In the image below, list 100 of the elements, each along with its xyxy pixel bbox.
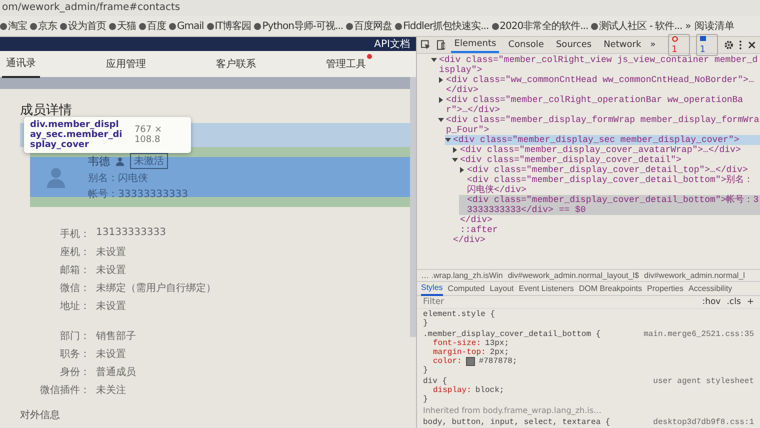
devtools-tab[interactable]: Elements (451, 37, 500, 53)
css-value: 13px; (485, 339, 510, 348)
css-property: color: (433, 357, 462, 366)
field-label: 微信插件： (39, 384, 90, 397)
field-label: 部门： (59, 330, 90, 343)
page-title: 成员详情 (20, 102, 73, 119)
rule-source-link[interactable]: main.merge6_2521.css:35 (644, 330, 754, 339)
rule-source-link[interactable]: desktop3d7db9f8.css:1 (653, 418, 754, 427)
field-label: 身份： (59, 366, 90, 379)
reading-list-button[interactable]: 阅读清单 (694, 19, 734, 33)
field-label: 地址： (59, 300, 90, 313)
tooltip-size: 767 × 108.8 (134, 125, 164, 145)
bookmark-item[interactable]: Fiddler抓包快速实... (395, 19, 489, 33)
more-options-icon[interactable] (739, 40, 742, 50)
close-icon[interactable] (748, 41, 756, 49)
dom-node-line[interactable]: <div class="member_display_cover_detail_bottom">别名：闪电侠</div> (459, 175, 760, 195)
new-rule-button[interactable]: + (746, 297, 754, 307)
collapsed-triangle-icon[interactable] (438, 77, 444, 83)
bookmark-item[interactable]: 百度 (139, 19, 166, 33)
device-toolbar-icon[interactable] (436, 40, 446, 50)
styles-pane-tab[interactable]: Computed (448, 282, 485, 295)
nav-tab[interactable]: 管理工具 (322, 51, 370, 77)
bookmark-item[interactable]: 2020非常全的软件... (492, 19, 588, 33)
nav-tab[interactable]: 客户联系 (212, 51, 260, 77)
settings-icon[interactable] (724, 40, 734, 50)
expanded-triangle-icon[interactable] (431, 57, 437, 63)
styles-pane-tab[interactable]: Event Listeners (518, 282, 574, 295)
hover-state-toggle[interactable]: :hov (702, 297, 721, 307)
field-label: 职务： (59, 348, 90, 361)
field-value: 未设置 (96, 264, 126, 277)
bookmark-item[interactable]: Gmail (169, 20, 204, 32)
css-property: font-size: (433, 339, 482, 348)
bookmark-item[interactable]: 京东 (30, 19, 57, 33)
more-tabs-button[interactable]: » (650, 40, 656, 50)
message-count-badge[interactable]: 1 (696, 34, 718, 56)
dom-node-line[interactable]: <div class="member_display_cover_detail"> (452, 155, 760, 165)
dom-node-line[interactable]: <div class="member_display_cover_detail_top">…</div> (459, 165, 760, 175)
breadcrumb-item[interactable]: div#wework_admin.normal_layout_l$ (508, 271, 639, 280)
field-label: 微信： (59, 282, 90, 295)
css-property: margin-top: (433, 348, 486, 357)
styles-pane-tab[interactable]: Styles (421, 281, 443, 296)
devtools-tab[interactable]: Sources (552, 38, 595, 52)
field-value: 未设置 (96, 300, 126, 313)
bookmark-item[interactable]: 测试人社区 - 软件... (591, 19, 682, 33)
dom-closing-tag: </div> (452, 215, 760, 225)
rule-selector: .member_display_cover_detail_bottom { (423, 330, 601, 339)
bookmark-item[interactable]: 淘宝 (0, 19, 27, 33)
styles-pane-tab[interactable]: DOM Breakpoints (578, 282, 642, 295)
dom-node-line[interactable]: <div class="ww_commonCntHead ww_commonCntHead_NoBorder">…</div> (438, 75, 760, 95)
breadcrumb-item[interactable]: … .wrap.lang_zh.isWin (421, 271, 503, 280)
collapsed-triangle-icon[interactable] (459, 167, 465, 173)
error-count-badge[interactable]: 1 (668, 34, 690, 56)
dom-node-line[interactable]: <div class="member_colRight_view js_view_container member_display"> (431, 55, 760, 75)
inspect-element-icon[interactable] (421, 40, 431, 50)
css-property: display: (433, 386, 472, 395)
section-title: 对外信息 (20, 408, 61, 422)
bookmark-item[interactable]: IT博客园 (206, 19, 252, 33)
bookmark-item[interactable]: 天猫 (109, 19, 136, 33)
rule-selector: body, button, input, select, textarea { (423, 418, 610, 427)
collapsed-triangle-icon[interactable] (452, 147, 458, 153)
styles-pane-tab[interactable]: Accessibility (688, 282, 732, 295)
styles-pane-tab[interactable]: Layout (490, 282, 514, 295)
class-toggle[interactable]: .cls (726, 297, 741, 307)
devtools-tab[interactable]: Network (600, 38, 644, 52)
dom-node-line[interactable]: <div class="member_display_formWrap member_display_formWrap_Four"> (438, 115, 760, 135)
expanded-triangle-icon[interactable] (438, 117, 444, 123)
field-value: 未绑定（需用户自行绑定） (96, 282, 216, 295)
css-value: 2px; (490, 348, 510, 357)
devtools-tab[interactable]: Console (505, 38, 547, 52)
dom-node-line[interactable]: <div class="member_display_cover_avatarWrap">…</div> (452, 145, 760, 155)
rule-source-link[interactable]: user agent stylesheet (653, 377, 754, 386)
scrollbar[interactable] (410, 77, 416, 337)
field-label: 座机： (59, 246, 90, 259)
dom-node-line[interactable]: ::after (452, 225, 760, 235)
styles-pane-tab[interactable]: Properties (647, 282, 684, 295)
expanded-triangle-icon[interactable] (452, 157, 458, 163)
member-name: 韦德 (88, 154, 110, 168)
expanded-triangle-icon[interactable] (445, 137, 451, 143)
nav-tab[interactable]: 应用管理 (102, 51, 150, 77)
api-docs-link[interactable]: API文档 (374, 37, 410, 51)
inherited-label: Inherited from body.frame_wrap.lang_zh.is… (423, 406, 603, 415)
field-value: 销售部子 (96, 330, 136, 343)
rule-closing-brace: } (423, 366, 428, 375)
filter-field[interactable]: Filter (423, 297, 696, 307)
status-tag: 未激活 (130, 153, 168, 169)
field-value: 未设置 (96, 246, 126, 259)
color-swatch[interactable] (466, 357, 475, 366)
avatar-silhouette-icon (44, 165, 68, 189)
field-label: 手机： (59, 228, 90, 241)
breadcrumb-item[interactable]: div#wework_admin.normal_l (644, 271, 745, 280)
collapsed-triangle-icon[interactable] (438, 97, 444, 103)
address-bar-url[interactable]: om/wework_admin/frame#contacts (0, 0, 760, 16)
field-value: 未设置 (96, 348, 126, 361)
bookmark-item[interactable]: 百度网盘 (346, 19, 392, 33)
rule-closing-brace: } (423, 395, 428, 404)
dom-node-line[interactable]: <div class="member_colRight_operationBar ww_operationBar">…</div> (438, 95, 760, 115)
bookmark-item[interactable]: 设为首页 (60, 19, 106, 33)
more-bookmarks-button[interactable]: » (685, 20, 692, 32)
member-account: 帐号：33333333333 (88, 188, 188, 201)
bookmark-item[interactable]: Python导师-可视... (254, 19, 344, 33)
